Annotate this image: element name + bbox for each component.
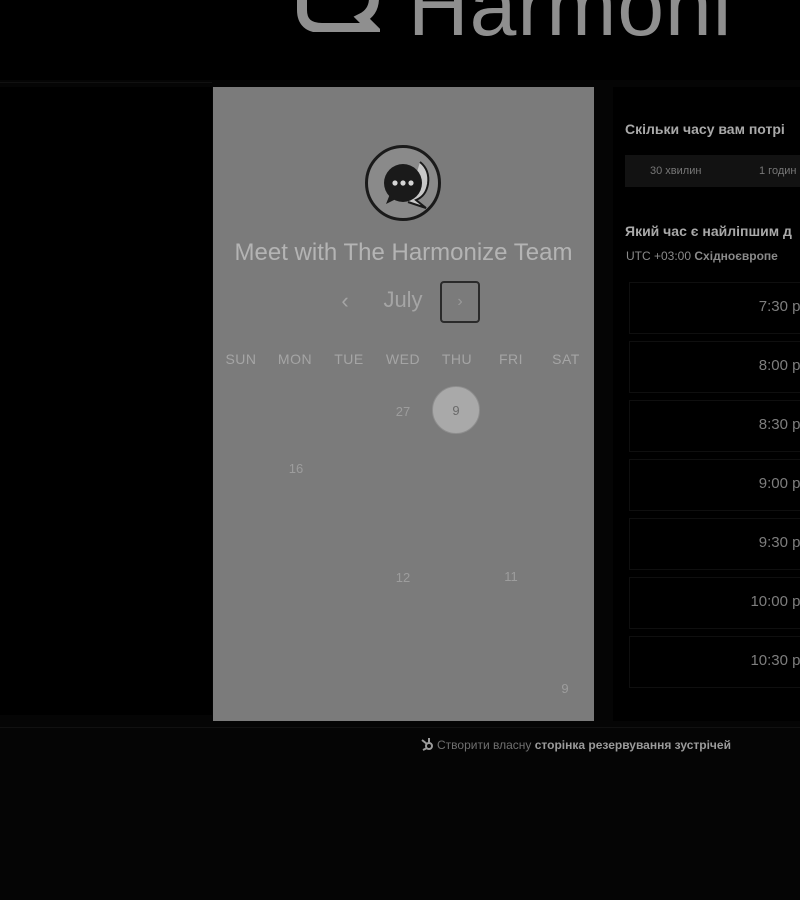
host-avatar — [365, 145, 441, 221]
brand-logo-text: Harmoni — [408, 0, 733, 53]
footer-link[interactable]: сторінка резервування зустрічей — [535, 738, 731, 752]
time-slot[interactable]: 7:30 pm — [629, 282, 800, 334]
left-panel — [0, 87, 212, 715]
time-slot-label: 9:00 pm — [758, 475, 800, 492]
calendar-day[interactable]: 12 — [379, 554, 427, 602]
hubspot-sprocket-icon — [421, 738, 433, 751]
chat-bubble-icon — [384, 161, 430, 209]
meeting-title: Meet with The Harmonize Team — [234, 239, 573, 266]
duration-question: Скільки часу вам потрі — [625, 121, 785, 137]
weekday-label: SUN — [225, 351, 257, 367]
timezone-offset: UTC +03:00 — [626, 249, 692, 263]
footer-promo: Створити власну сторінка резервування зу… — [420, 737, 731, 752]
divider — [0, 82, 212, 83]
time-slot[interactable]: 10:30 pm — [629, 636, 800, 688]
calendar-day[interactable]: 27 — [379, 388, 427, 436]
duration-selector: 30 хвилин 1 годин — [625, 155, 800, 187]
time-slot-label: 10:00 pm — [750, 593, 800, 610]
weekday-label: SAT — [552, 351, 580, 367]
divider — [0, 727, 800, 728]
calendar-day[interactable]: 9 — [541, 665, 589, 713]
calendar-day-selected[interactable]: 9 — [432, 386, 480, 434]
time-slot-label: 10:30 pm — [750, 652, 800, 669]
weekday-label: FRI — [498, 351, 524, 367]
time-slot[interactable]: 8:30 pm — [629, 400, 800, 452]
calendar-card: Meet with The Harmonize Team ‹ July › SU… — [213, 87, 594, 721]
month-navigator: ‹ July › — [213, 281, 594, 325]
header: Harmoni — [0, 0, 800, 80]
time-slot[interactable]: 9:30 pm — [629, 518, 800, 570]
time-slot[interactable]: 8:00 pm — [629, 341, 800, 393]
time-slot-label: 8:30 pm — [758, 416, 800, 433]
weekday-header: SUN MON TUE WED THU FRI SAT — [213, 351, 594, 369]
weekday-label: MON — [277, 351, 313, 367]
weekday-label: THU — [441, 351, 473, 367]
time-question: Який час є найліпшим д — [625, 223, 792, 239]
timezone-selector[interactable]: UTC +03:00 Східноєвропе — [626, 249, 778, 263]
weekday-label: TUE — [334, 351, 364, 367]
time-slot[interactable]: 9:00 pm — [629, 459, 800, 511]
month-label: July — [383, 287, 423, 312]
duration-option[interactable]: 1 годин — [759, 165, 796, 177]
time-slot-label: 8:00 pm — [758, 357, 800, 374]
time-slot-label: 7:30 pm — [758, 298, 800, 315]
chevron-left-icon[interactable]: ‹ — [333, 285, 357, 317]
weekday-label: WED — [385, 351, 421, 367]
chat-bubble-logo-icon — [297, 0, 380, 32]
calendar-day[interactable]: 11 — [487, 553, 535, 601]
duration-option[interactable]: 30 хвилин — [650, 165, 701, 177]
booking-panel: Скільки часу вам потрі 30 хвилин 1 годин… — [613, 87, 800, 721]
footer-prefix: Створити власну — [437, 738, 532, 752]
time-slot-label: 9:30 pm — [758, 534, 800, 551]
timezone-name: Східноєвропе — [694, 249, 778, 263]
calendar-day[interactable]: 16 — [272, 445, 320, 493]
chevron-right-icon[interactable]: › — [440, 281, 480, 323]
time-slot[interactable]: 10:00 pm — [629, 577, 800, 629]
